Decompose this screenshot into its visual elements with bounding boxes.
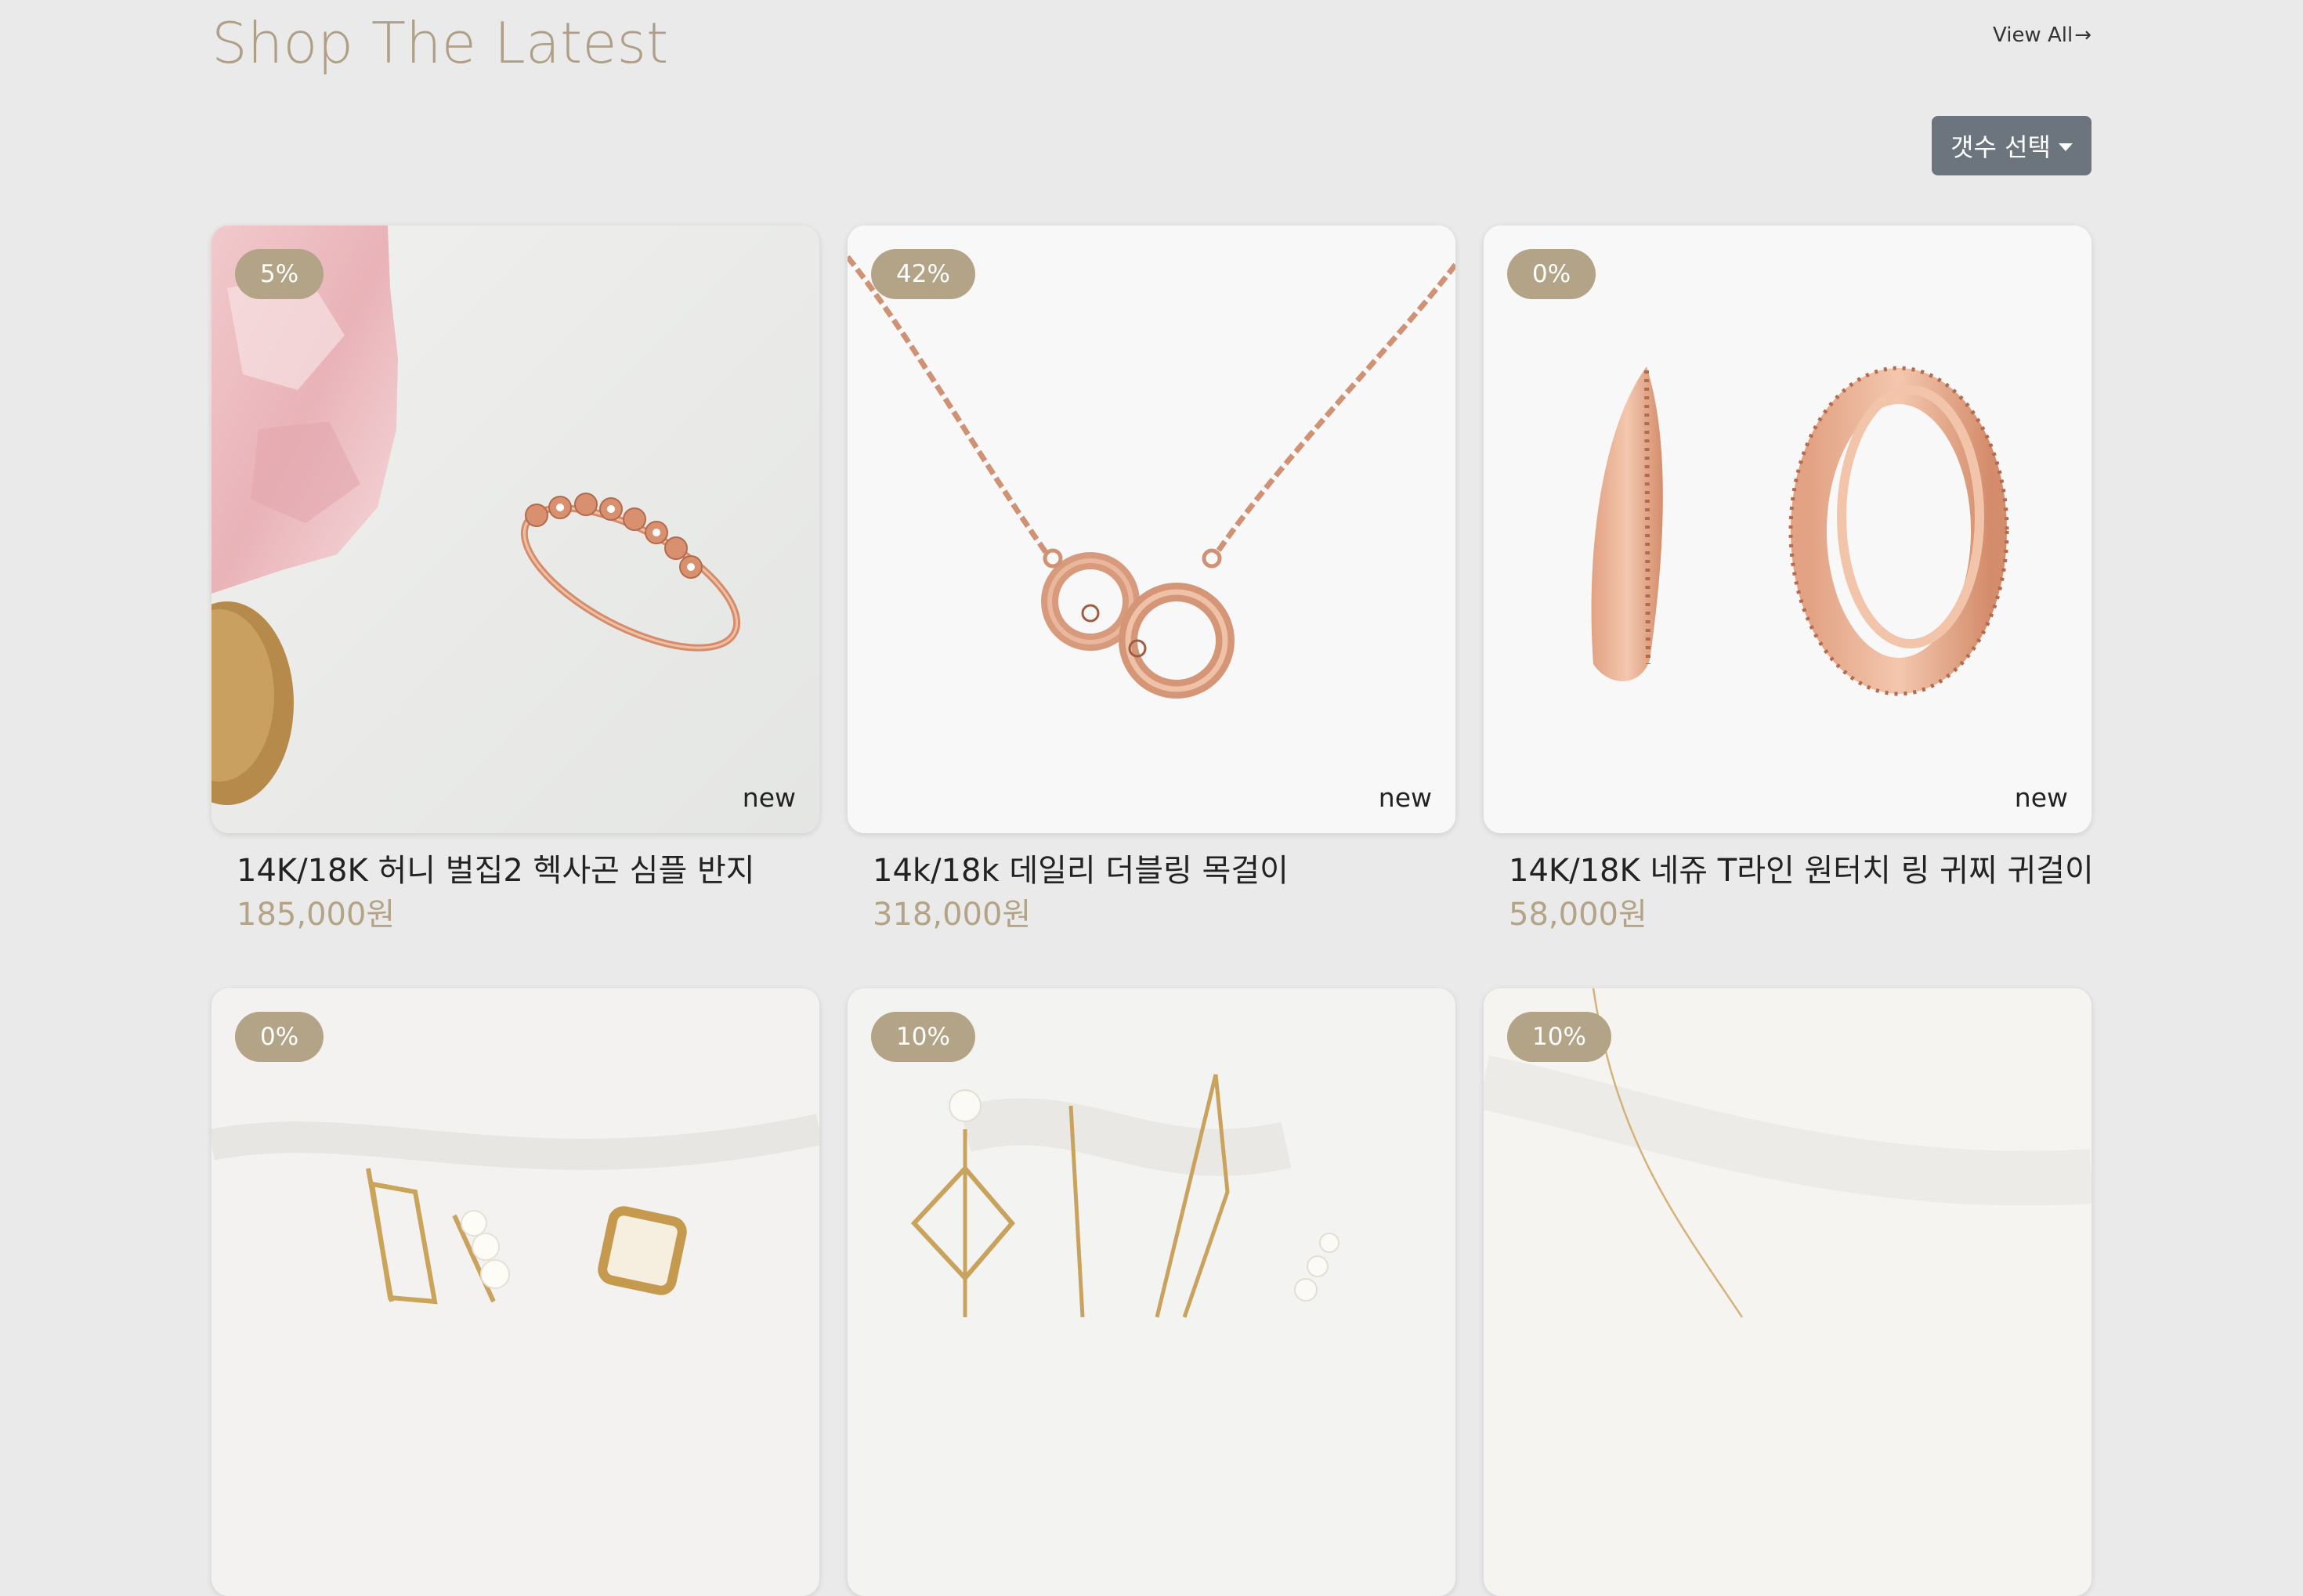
product-card[interactable]: 10%: [848, 988, 1455, 1596]
product-card[interactable]: 42% new 14k/18k 데일리 더블링 목걸이 318,000원: [848, 226, 1455, 933]
shop-latest-section: Shop The Latest View All → 갯수 선택 5% new …: [212, 0, 2094, 1596]
product-image[interactable]: 0%: [212, 988, 819, 1596]
product-name[interactable]: 14K/18K 허니 벌집2 헥사곤 심플 반지: [237, 849, 755, 893]
product-card[interactable]: 10%: [1484, 988, 2092, 1596]
discount-badge: 10%: [871, 1012, 975, 1062]
discount-badge: 0%: [235, 1012, 324, 1062]
gold-hairpins-geometric-image: [848, 988, 1455, 1596]
gold-chain-on-fabric-image: [1484, 988, 2092, 1596]
product-image[interactable]: 42% new: [848, 226, 1455, 833]
count-select-dropdown[interactable]: 갯수 선택: [1932, 116, 2092, 175]
discount-badge: 5%: [235, 249, 324, 299]
product-card[interactable]: 5% new 14K/18K 허니 벌집2 헥사곤 심플 반지 185,000원: [212, 226, 819, 933]
discount-badge: 0%: [1507, 249, 1596, 299]
product-card[interactable]: 0% new 14K/18K 네쥬 T라인 원터치 링 귀찌 귀걸이 58,00…: [1484, 226, 2094, 933]
new-label: new: [742, 782, 796, 813]
product-price: 185,000원: [237, 897, 396, 933]
count-select-label: 갯수 선택: [1950, 132, 2051, 162]
rose-gold-ring-image: [212, 226, 819, 833]
product-image[interactable]: 10%: [848, 988, 1455, 1596]
product-image[interactable]: 5% new: [212, 226, 819, 833]
view-all-label: View All: [1993, 23, 2073, 47]
product-name[interactable]: 14K/18K 네쥬 T라인 원터치 링 귀찌 귀걸이: [1509, 849, 2094, 893]
gold-hairpins-pearls-image: [212, 988, 819, 1596]
new-label: new: [1378, 782, 1432, 813]
product-name[interactable]: 14k/18k 데일리 더블링 목걸이: [873, 849, 1289, 893]
double-ring-necklace-image: [848, 226, 1455, 833]
new-label: new: [2014, 782, 2068, 813]
product-price: 58,000원: [1509, 897, 1647, 933]
section-title: Shop The Latest: [212, 10, 669, 76]
caret-down-icon: [2058, 143, 2073, 151]
product-price: 318,000원: [873, 897, 1032, 933]
discount-badge: 42%: [871, 249, 975, 299]
discount-badge: 10%: [1507, 1012, 1611, 1062]
product-image[interactable]: 0% new: [1484, 226, 2092, 833]
hoop-earrings-image: [1484, 226, 2092, 833]
view-all-link[interactable]: View All →: [1993, 23, 2092, 47]
product-image[interactable]: 10%: [1484, 988, 2092, 1596]
arrow-right-icon: →: [2074, 23, 2092, 47]
product-card[interactable]: 0%: [212, 988, 819, 1596]
